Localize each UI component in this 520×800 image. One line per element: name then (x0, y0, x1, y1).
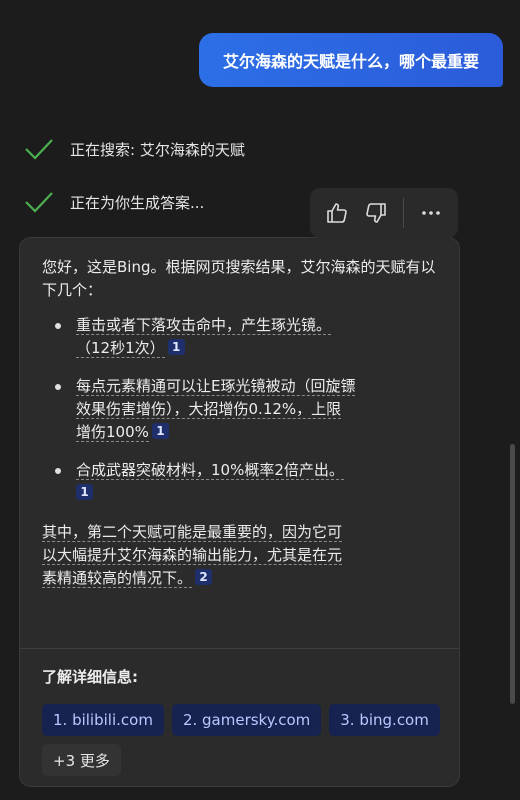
list-item: 每点元素精通可以让E琢光镜被动（回旋镖 效果伤害增伤），大招增伤0.12%，上限… (55, 375, 437, 444)
list-item-text: 合成武器突破材料，10%概率2倍产出。 (76, 461, 344, 480)
list-item-text: 效果伤害增伤），大招增伤0.12%，上限 (76, 400, 342, 419)
learn-more-title: 了解详细信息: (42, 668, 138, 686)
more-sources-button[interactable]: +3 更多 (42, 744, 121, 776)
list-item: 合成武器突破材料，10%概率2倍产出。 1 (55, 459, 437, 505)
answer-intro: 您好，这是Bing。根据网页搜索结果，艾尔海森的天赋有以下几个： (42, 258, 436, 299)
list-item-text: 增伤100% (76, 423, 149, 442)
scrollbar-thumb[interactable] (510, 444, 515, 704)
conclusion-text: 素精通较高的情况下。 (42, 569, 193, 588)
thumbs-down-icon (365, 203, 386, 223)
status-label: 正在搜索: 艾尔海森的天赋 (70, 140, 245, 159)
divider (20, 648, 459, 649)
list-item-text: （12秒1次） (76, 339, 165, 358)
citation-badge[interactable]: 2 (195, 569, 213, 585)
like-button[interactable] (318, 193, 356, 233)
toolbar-separator (402, 198, 404, 228)
checkmark-icon (25, 139, 53, 160)
answer-card: 您好，这是Bing。根据网页搜索结果，艾尔海森的天赋有以下几个： 重击或者下落攻… (19, 237, 460, 787)
citation-badge[interactable]: 1 (167, 339, 185, 355)
list-item-text: 每点元素精通可以让E琢光镜被动（回旋镖 (76, 377, 356, 396)
source-links: 1. bilibili.com 2. gamersky.com 3. bing.… (42, 704, 442, 776)
status-label: 正在为你生成答案... (70, 193, 205, 212)
list-item-text: 重击或者下落攻击命中，产生琢光镜。 (76, 316, 332, 335)
talent-list: 重击或者下落攻击命中，产生琢光镜。 （12秒1次） 1 每点元素精通可以让E琢光镜… (42, 314, 437, 505)
answer-conclusion: 其中，第二个天赋可能是最重要的，因为它可 以大幅提升艾尔海森的输出能力，尤其是在… (42, 521, 437, 590)
source-link-gamersky[interactable]: 2. gamersky.com (171, 704, 322, 736)
answer-body: 您好，这是Bing。根据网页搜索结果，艾尔海森的天赋有以下几个： 重击或者下落攻… (20, 238, 459, 590)
conclusion-text: 其中，第二个天赋可能是最重要的，因为它可 (42, 523, 343, 542)
more-horizontal-icon (422, 211, 440, 215)
status-generating: 正在为你生成答案... (24, 189, 204, 215)
citation-badge[interactable]: 1 (151, 423, 169, 439)
list-item: 重击或者下落攻击命中，产生琢光镜。 （12秒1次） 1 (55, 314, 437, 360)
source-link-bilibili[interactable]: 1. bilibili.com (42, 704, 164, 736)
citation-badge[interactable]: 1 (76, 484, 93, 500)
more-options-button[interactable] (412, 193, 450, 233)
user-message-bubble: 艾尔海森的天赋是什么，哪个最重要 (198, 33, 503, 87)
feedback-toolbar (310, 188, 458, 238)
checkmark-icon (25, 192, 53, 213)
dislike-button[interactable] (356, 193, 394, 233)
source-link-bing[interactable]: 3. bing.com (329, 704, 440, 736)
thumbs-up-icon (327, 203, 347, 223)
conclusion-text: 以大幅提升艾尔海森的输出能力，尤其是在元 (42, 546, 343, 565)
user-message-text: 艾尔海森的天赋是什么，哪个最重要 (222, 52, 479, 71)
status-searching: 正在搜索: 艾尔海森的天赋 (24, 136, 245, 162)
